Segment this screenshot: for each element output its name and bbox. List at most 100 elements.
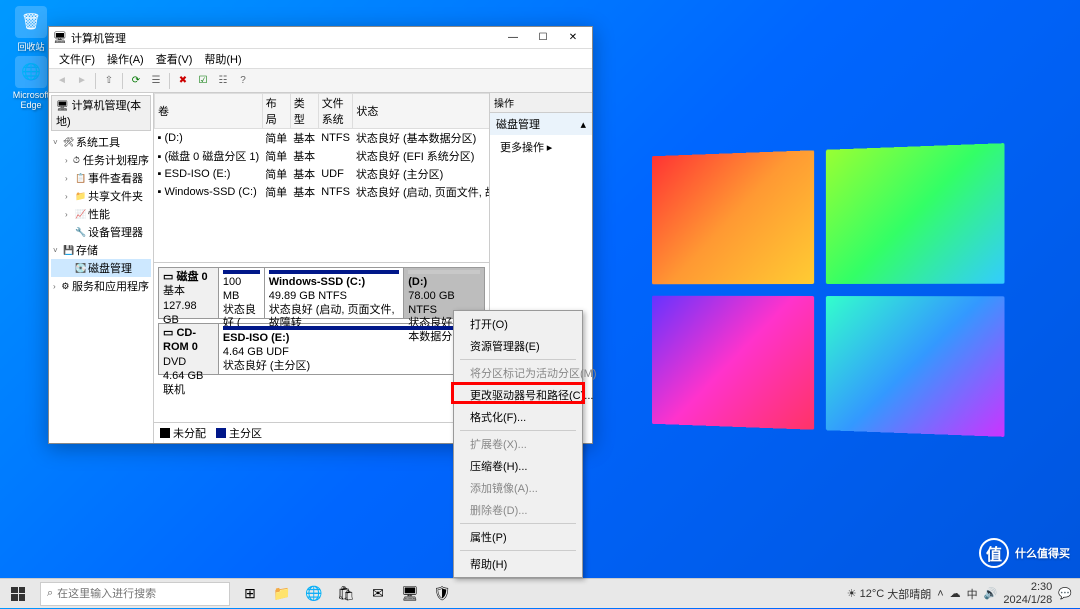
system-tray[interactable]: ☀ 12°C 大部晴朗 ˄ ☁ 中 🔊 2:302024/1/28 💬: [839, 581, 1080, 605]
menubar: 文件(F) 操作(A) 查看(V) 帮助(H): [49, 49, 592, 69]
tree-root[interactable]: 🖥 计算机管理(本地): [51, 95, 151, 131]
maximize-button[interactable]: ☐: [528, 28, 558, 48]
titlebar[interactable]: 🖥 计算机管理 — ☐ ✕: [49, 27, 592, 49]
tree-shared-folders[interactable]: ›📁共享文件夹: [51, 187, 151, 205]
start-button[interactable]: [0, 579, 36, 609]
taskbar-apps: ⊞ 📁 🌐 🛍 ✉ 🖥 🛡: [234, 579, 458, 609]
col-type[interactable]: 类型: [290, 94, 318, 129]
taskbar-app-mmc[interactable]: 🖥: [394, 579, 426, 609]
actions-more[interactable]: 更多操作 ▸: [490, 136, 592, 158]
disk-info[interactable]: ▭ CD-ROM 0DVD4.64 GB联机: [159, 324, 219, 374]
app-icon: 🖥: [53, 31, 67, 45]
tree-event-viewer[interactable]: ›📋事件查看器: [51, 169, 151, 187]
help-button[interactable]: ?: [234, 72, 252, 90]
context-menu-item[interactable]: 压缩卷(H)...: [456, 455, 580, 477]
col-volume[interactable]: 卷: [155, 94, 263, 129]
partition[interactable]: ESD-ISO (E:)4.64 GB UDF状态良好 (主分区): [219, 324, 484, 374]
tray-chevron-icon[interactable]: ˄: [937, 588, 943, 600]
chevron-up-icon: ▴: [580, 118, 586, 131]
disk-map[interactable]: ▭ 磁盘 0基本127.98 GB联机100 MB状态良好 (Windows-S…: [154, 263, 489, 422]
context-menu-item[interactable]: 资源管理器(E): [456, 335, 580, 357]
disk-info[interactable]: ▭ 磁盘 0基本127.98 GB联机: [159, 268, 219, 318]
up-button[interactable]: ⇧: [100, 72, 118, 90]
context-menu-item[interactable]: 打开(O): [456, 313, 580, 335]
tree-task-scheduler[interactable]: ›⏱任务计划程序: [51, 151, 151, 169]
context-menu-item[interactable]: 帮助(H): [456, 553, 580, 575]
taskbar: ⌕ ⊞ 📁 🌐 🛍 ✉ 🖥 🛡 ☀ 12°C 大部晴朗 ˄ ☁ 中 🔊 2:30…: [0, 578, 1080, 608]
menu-action[interactable]: 操作(A): [101, 49, 150, 68]
context-menu-item: 删除卷(D)...: [456, 499, 580, 521]
delete-button[interactable]: ✖: [174, 72, 192, 90]
search-input[interactable]: [57, 588, 223, 600]
taskbar-app-store[interactable]: 🛍: [330, 579, 362, 609]
col-fs[interactable]: 文件系统: [318, 94, 353, 129]
watermark-badge-icon: 值: [979, 538, 1009, 568]
context-menu-item[interactable]: 属性(P): [456, 526, 580, 548]
taskbar-app-security[interactable]: 🛡: [426, 579, 458, 609]
menu-separator: [460, 550, 576, 551]
list-button[interactable]: ☷: [214, 72, 232, 90]
taskbar-app-edge[interactable]: 🌐: [298, 579, 330, 609]
menu-separator: [460, 523, 576, 524]
volume-row[interactable]: ▪ (磁盘 0 磁盘分区 1)简单基本状态良好 (EFI 系统分区)100 MB: [155, 147, 490, 165]
tray-onedrive-icon[interactable]: ☁: [950, 587, 961, 600]
context-menu-item: 扩展卷(X)...: [456, 433, 580, 455]
taskbar-app-mail[interactable]: ✉: [362, 579, 394, 609]
context-menu: 打开(O)资源管理器(E) 将分区标记为活动分区(M)更改驱动器号和路径(C)..…: [453, 310, 583, 578]
weather-widget[interactable]: ☀ 12°C 大部晴朗: [847, 586, 931, 602]
back-button[interactable]: ◄: [53, 72, 71, 90]
menu-separator: [460, 359, 576, 360]
menu-help[interactable]: 帮助(H): [198, 49, 247, 68]
tree-device-manager[interactable]: 🔧设备管理器: [51, 223, 151, 241]
wallpaper-windows-logo: [652, 143, 1005, 437]
minimize-button[interactable]: —: [498, 28, 528, 48]
toolbar: ◄ ► ⇧ ⟳ ☰ ✖ ☑ ☷ ?: [49, 69, 592, 93]
tree-system-tools[interactable]: ˅🛠系统工具: [51, 133, 151, 151]
taskbar-search[interactable]: ⌕: [40, 582, 230, 606]
context-menu-item[interactable]: 格式化(F)...: [456, 406, 580, 428]
windows-logo-icon: [11, 587, 25, 601]
close-button[interactable]: ✕: [558, 28, 588, 48]
taskbar-app-explorer[interactable]: 📁: [266, 579, 298, 609]
content-pane: 卷 布局 类型 文件系统 状态 容量 ▪ (D:)简单基本NTFS状态良好 (基…: [154, 93, 490, 443]
tree-disk-management[interactable]: 💽磁盘管理: [51, 259, 151, 277]
properties-button[interactable]: ☰: [147, 72, 165, 90]
tree-services[interactable]: ›⚙服务和应用程序: [51, 277, 151, 295]
search-icon: ⌕: [47, 587, 53, 600]
volume-row[interactable]: ▪ (D:)简单基本NTFS状态良好 (基本数据分区)78.00 G: [155, 129, 490, 148]
recycle-bin-icon: 🗑: [15, 6, 47, 38]
volume-row[interactable]: ▪ ESD-ISO (E:)简单基本UDF状态良好 (主分区)4.64 GB: [155, 165, 490, 183]
actions-group[interactable]: 磁盘管理▴: [490, 113, 592, 136]
context-menu-item[interactable]: 更改驱动器号和路径(C)...: [456, 384, 580, 406]
menu-file[interactable]: 文件(F): [53, 49, 101, 68]
nav-tree[interactable]: 🖥 计算机管理(本地) ˅🛠系统工具 ›⏱任务计划程序 ›📋事件查看器 ›📁共享…: [49, 93, 154, 443]
menu-view[interactable]: 查看(V): [150, 49, 199, 68]
legend: 未分配 主分区: [154, 422, 489, 443]
context-menu-item: 将分区标记为活动分区(M): [456, 362, 580, 384]
disk-row: ▭ CD-ROM 0DVD4.64 GB联机ESD-ISO (E:)4.64 G…: [158, 323, 485, 375]
actions-header: 操作: [490, 93, 592, 113]
taskbar-clock[interactable]: 2:302024/1/28: [1003, 581, 1052, 605]
menu-separator: [460, 430, 576, 431]
col-layout[interactable]: 布局: [262, 94, 290, 129]
tray-notifications-icon[interactable]: 💬: [1058, 587, 1072, 600]
tray-volume-icon[interactable]: 🔊: [984, 587, 998, 600]
legend-primary-icon: [216, 428, 226, 438]
partition[interactable]: 100 MB状态良好 (: [219, 268, 265, 318]
refresh-button[interactable]: ⟳: [127, 72, 145, 90]
partition[interactable]: Windows-SSD (C:)49.89 GB NTFS状态良好 (启动, 页…: [265, 268, 405, 318]
task-view-button[interactable]: ⊞: [234, 579, 266, 609]
context-menu-item: 添加镜像(A)...: [456, 477, 580, 499]
col-status[interactable]: 状态: [353, 94, 489, 129]
volume-row[interactable]: ▪ Windows-SSD (C:)简单基本NTFS状态良好 (启动, 页面文件…: [155, 183, 490, 201]
legend-unallocated-icon: [160, 428, 170, 438]
volume-list[interactable]: 卷 布局 类型 文件系统 状态 容量 ▪ (D:)简单基本NTFS状态良好 (基…: [154, 93, 489, 263]
watermark: 值 什么值得买: [979, 538, 1070, 568]
tray-input-icon[interactable]: 中: [967, 586, 978, 602]
edge-icon: 🌐: [15, 56, 47, 88]
tree-performance[interactable]: ›📈性能: [51, 205, 151, 223]
view-button[interactable]: ☑: [194, 72, 212, 90]
tree-storage[interactable]: ˅💾存储: [51, 241, 151, 259]
window-title: 计算机管理: [71, 30, 498, 46]
forward-button[interactable]: ►: [73, 72, 91, 90]
